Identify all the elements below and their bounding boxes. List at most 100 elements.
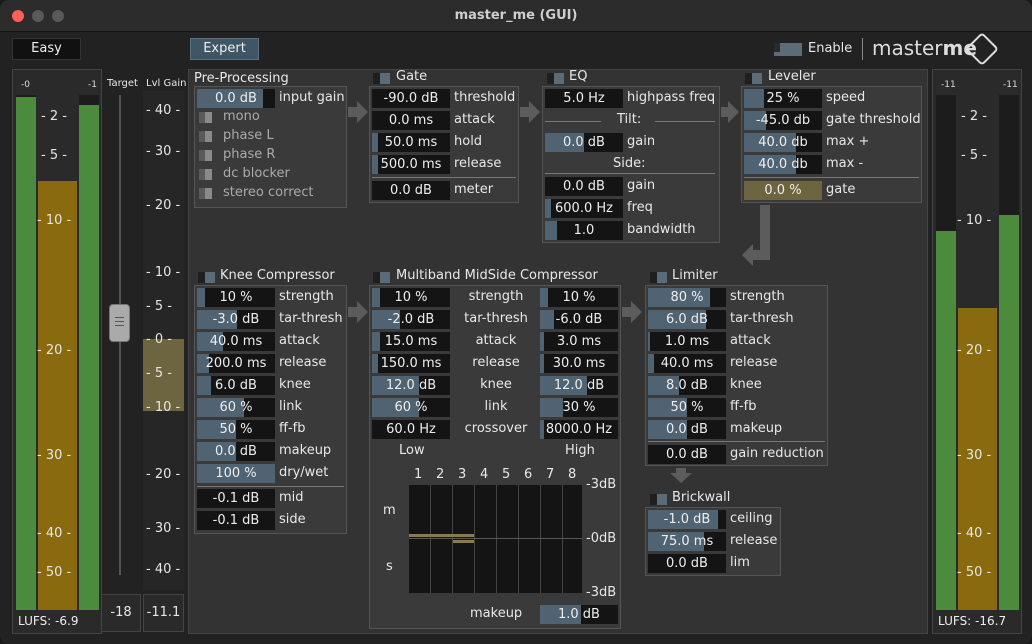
gate-hold-field[interactable]: 50.0 ms (372, 133, 450, 152)
leveler-speed-field[interactable]: 25 % (744, 89, 822, 108)
knee-enable-toggle[interactable] (198, 272, 215, 283)
band-number: 8 (568, 467, 577, 482)
mb-low-label: Low (399, 443, 425, 458)
mb-low-attack-field[interactable]: 15.0 ms (372, 332, 450, 351)
side-gain-field[interactable]: 0.0 dB (545, 177, 623, 196)
mb-low-knee-field[interactable]: 12.0 dB (372, 376, 450, 395)
mb-low-strength-field[interactable]: 10 % (372, 288, 450, 307)
easy-mode-button[interactable]: Easy (12, 38, 81, 60)
mb-high-tar-thresh-field[interactable]: -6.0 dB (540, 310, 618, 329)
tick: - 20 - (37, 343, 72, 358)
output-meter-panel: -11 -11 - 2 - - 5 - - 10 - - 20 - - 30 -… (932, 69, 1022, 634)
mb-makeup-field[interactable]: 1.0 dB (540, 605, 618, 624)
band-number: 3 (458, 467, 467, 482)
mb-high-crossover-field[interactable]: 8000.0 Hz (540, 420, 618, 439)
dc-blocker-checkbox[interactable] (199, 169, 212, 180)
knee-knee-field[interactable]: 6.0 dB (197, 376, 275, 395)
input-gain-field[interactable]: 0.0 dB (197, 89, 275, 108)
brickwall-ceiling-field[interactable]: -1.0 dB (648, 510, 726, 529)
mb-high-attack-field[interactable]: 3.0 ms (540, 332, 618, 351)
brickwall-enable-toggle[interactable] (650, 494, 667, 505)
knee-attack-field[interactable]: 40.0 ms (197, 332, 275, 351)
tick: - 5 - (41, 148, 67, 163)
tick: - 0 - (146, 332, 172, 347)
gate-title: Gate (396, 69, 428, 84)
knee-makeup-field[interactable]: 0.0 dB (197, 442, 275, 461)
target-slider-handle[interactable] (109, 304, 130, 342)
tick: - 5 - (146, 299, 172, 314)
side-freq-field[interactable]: 600.0 Hz (545, 199, 623, 218)
side-bandwidth-field[interactable]: 1.0 (545, 221, 623, 240)
mono-label: mono (223, 109, 260, 124)
leveler-max-plus-field[interactable]: 40.0 db (744, 133, 822, 152)
highpass-freq-field[interactable]: 5.0 Hz (545, 89, 623, 108)
dc-blocker-label: dc blocker (223, 166, 290, 181)
brickwall-lim-label: lim (730, 555, 750, 570)
enable-toggle[interactable] (773, 42, 803, 57)
mb-high-knee-field[interactable]: 12.0 dB (540, 376, 618, 395)
knee-release-field[interactable]: 200.0 ms (197, 354, 275, 373)
knee-side-label: side (279, 512, 306, 527)
limiter-makeup-field[interactable]: 0.0 dB (648, 420, 726, 439)
limiter-ff-fb-field[interactable]: 50 % (648, 398, 726, 417)
tilt-gain-field[interactable]: 0.0 dB (545, 133, 623, 152)
limiter-tar-thresh-field[interactable]: 6.0 dB (648, 310, 726, 329)
mb-high-release-field[interactable]: 30.0 ms (540, 354, 618, 373)
limiter-attack-field[interactable]: 1.0 ms (648, 332, 726, 351)
output-peak-right: -11 (1003, 80, 1018, 90)
limiter-strength-field[interactable]: 80 % (648, 288, 726, 307)
phase-r-label: phase R (223, 147, 276, 162)
mb-high-link-field[interactable]: 30 % (540, 398, 618, 417)
mb-enable-toggle[interactable] (373, 272, 390, 283)
limiter-release-field[interactable]: 40.0 ms (648, 354, 726, 373)
leveler-max-minus-field[interactable]: 40.0 db (744, 155, 822, 174)
mono-checkbox[interactable] (199, 112, 212, 123)
leveler-enable-toggle[interactable] (745, 73, 762, 84)
knee-tar-thresh-label: tar-thresh (279, 311, 343, 326)
gate-enable-toggle[interactable] (373, 73, 390, 84)
phase-r-checkbox[interactable] (199, 150, 212, 161)
output-meter-right (999, 95, 1019, 610)
tick: - 20 - (146, 198, 181, 213)
knee-panel: 10 % strength -3.0 dB tar-thresh 40.0 ms at… (194, 285, 347, 534)
limiter-knee-field[interactable]: 8.0 dB (648, 376, 726, 395)
mb-high-strength-field[interactable]: 10 % (540, 288, 618, 307)
gate-threshold-field[interactable]: -90.0 dB (372, 89, 450, 108)
knee-dry-wet-field[interactable]: 100 % (197, 464, 275, 483)
knee-link-field[interactable]: 60 % (197, 398, 275, 417)
phase-l-checkbox[interactable] (199, 131, 212, 142)
brickwall-release-field[interactable]: 75.0 ms (648, 532, 726, 551)
mb-tar-thresh-label: tar-thresh (464, 311, 528, 326)
flow-arrow-head-icon (529, 101, 540, 123)
tick: - 40 - (146, 103, 181, 118)
tick: - 10 - (957, 213, 992, 228)
mb-low-link-field[interactable]: 60 % (372, 398, 450, 417)
gate-threshold-label: threshold (454, 90, 516, 105)
mb-low-crossover-field[interactable]: 60.0 Hz (372, 420, 450, 439)
divider (744, 177, 919, 178)
divider (545, 121, 601, 122)
brickwall-panel: -1.0 dB ceiling 75.0 ms release 0.0 dB lim (645, 507, 781, 576)
eq-enable-toggle[interactable] (547, 73, 564, 84)
leveler-panel: 25 % speed -45.0 db gate threshold 40.0 db… (741, 86, 922, 203)
knee-strength-field[interactable]: 10 % (197, 288, 275, 307)
knee-link-label: link (279, 399, 302, 414)
preproc-panel: 0.0 dB input gain mono phase L phase R d… (194, 86, 347, 208)
divider (372, 177, 516, 178)
knee-ff-fb-label: ff-fb (279, 421, 306, 436)
gate-attack-field[interactable]: 0.0 ms (372, 111, 450, 130)
mb-low-tar-thresh-field[interactable]: -2.0 dB (372, 310, 450, 329)
mb-low-release-field[interactable]: 150.0 ms (372, 354, 450, 373)
mb-panel: 10 % -2.0 dB 15.0 ms 150.0 ms 12.0 dB 60… (369, 285, 621, 629)
knee-ff-fb-field[interactable]: 50 % (197, 420, 275, 439)
stereo-correct-checkbox[interactable] (199, 188, 212, 199)
expert-mode-button[interactable]: Expert (190, 38, 259, 60)
input-meter-right (79, 95, 99, 610)
knee-tar-thresh-field[interactable]: -3.0 dB (197, 310, 275, 329)
limiter-tar-thresh-label: tar-thresh (730, 311, 794, 326)
limiter-gain-reduction-meter: 0.0 dB (648, 445, 726, 464)
leveler-gate-threshold-field[interactable]: -45.0 db (744, 111, 822, 130)
limiter-enable-toggle[interactable] (650, 272, 667, 283)
side-gain-label: gain (627, 178, 656, 193)
gate-release-field[interactable]: 500.0 ms (372, 155, 450, 174)
